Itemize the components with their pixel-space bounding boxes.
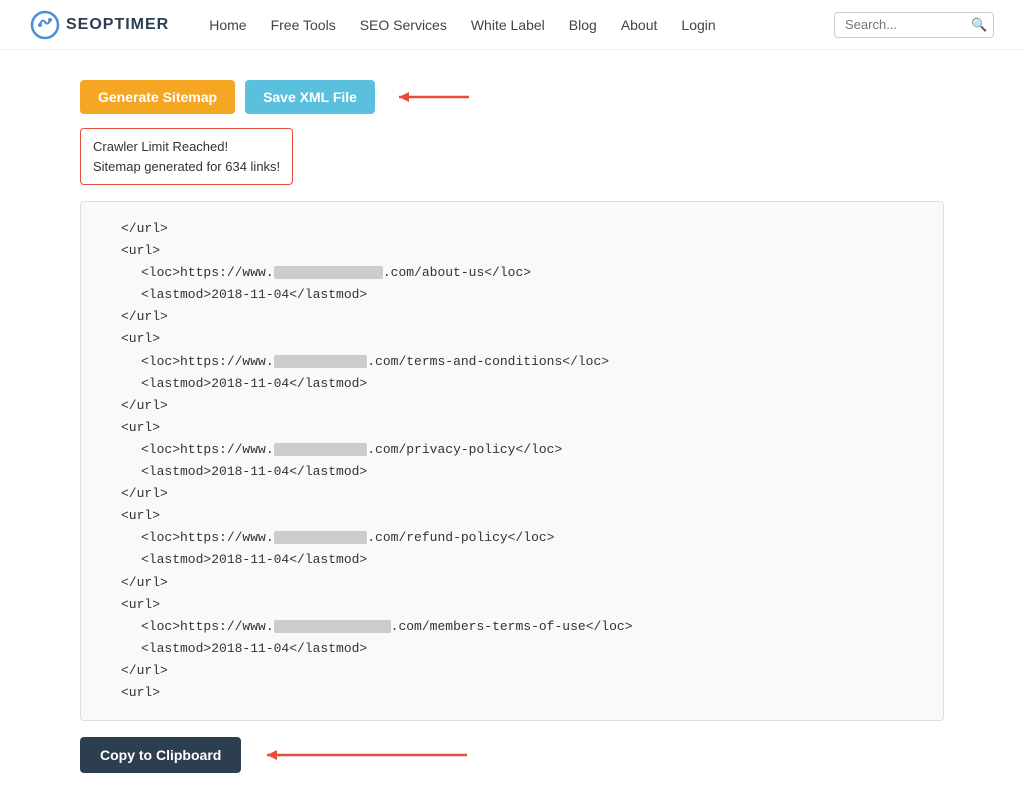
main-nav: Home Free Tools SEO Services White Label… bbox=[209, 17, 834, 33]
generate-sitemap-button[interactable]: Generate Sitemap bbox=[80, 80, 235, 114]
xml-line-12: <lastmod>2018-11-04</lastmod> bbox=[141, 461, 923, 483]
search-icon: 🔍 bbox=[971, 17, 987, 33]
logo-text: SEOPTIMER bbox=[66, 16, 169, 34]
xml-line-14: <url> bbox=[121, 505, 923, 527]
xml-line-17: </url> bbox=[121, 572, 923, 594]
xml-line-4: <lastmod>2018-11-04</lastmod> bbox=[141, 284, 923, 306]
nav-seo-services[interactable]: SEO Services bbox=[360, 17, 447, 33]
xml-line-6: <url> bbox=[121, 328, 923, 350]
nav-login[interactable]: Login bbox=[681, 17, 715, 33]
logo-icon bbox=[30, 10, 60, 40]
main-content: Generate Sitemap Save XML File Crawler L… bbox=[0, 50, 1024, 803]
blurred-domain-2 bbox=[274, 355, 368, 368]
xml-line-16: <lastmod>2018-11-04</lastmod> bbox=[141, 549, 923, 571]
xml-line-5: </url> bbox=[121, 306, 923, 328]
xml-line-20: <lastmod>2018-11-04</lastmod> bbox=[141, 638, 923, 660]
xml-line-19: <loc>https://www. .com/members-terms-of-… bbox=[141, 616, 923, 638]
alert-line1: Crawler Limit Reached! bbox=[93, 137, 280, 157]
alert-box: Crawler Limit Reached! Sitemap generated… bbox=[80, 128, 293, 185]
xml-line-8: <lastmod>2018-11-04</lastmod> bbox=[141, 373, 923, 395]
blurred-domain-3 bbox=[274, 443, 368, 456]
xml-line-11: <loc>https://www. .com/privacy-policy</l… bbox=[141, 439, 923, 461]
blurred-domain-4 bbox=[274, 531, 368, 544]
xml-line-21: </url> bbox=[121, 660, 923, 682]
xml-line-13: </url> bbox=[121, 483, 923, 505]
alert-line2: Sitemap generated for 634 links! bbox=[93, 157, 280, 177]
xml-line-1: </url> bbox=[121, 218, 923, 240]
action-buttons-row: Generate Sitemap Save XML File bbox=[80, 80, 944, 114]
xml-line-2: <url> bbox=[121, 240, 923, 262]
header: SEOPTIMER Home Free Tools SEO Services W… bbox=[0, 0, 1024, 50]
xml-line-10: <url> bbox=[121, 417, 923, 439]
copy-to-clipboard-button[interactable]: Copy to Clipboard bbox=[80, 737, 241, 773]
nav-white-label[interactable]: White Label bbox=[471, 17, 545, 33]
xml-line-7: <loc>https://www. .com/terms-and-conditi… bbox=[141, 351, 923, 373]
logo[interactable]: SEOPTIMER bbox=[30, 10, 169, 40]
save-xml-button[interactable]: Save XML File bbox=[245, 80, 375, 114]
copy-row: Copy to Clipboard bbox=[80, 737, 944, 773]
search-box: 🔍 bbox=[834, 12, 994, 38]
xml-content-area: </url> <url> <loc>https://www. .com/abou… bbox=[80, 201, 944, 721]
xml-line-9: </url> bbox=[121, 395, 923, 417]
xml-line-22: <url> bbox=[121, 682, 923, 704]
blurred-domain-1 bbox=[274, 266, 383, 279]
arrow-indicator bbox=[389, 86, 479, 108]
nav-free-tools[interactable]: Free Tools bbox=[271, 17, 336, 33]
search-input[interactable] bbox=[845, 17, 965, 32]
nav-blog[interactable]: Blog bbox=[569, 17, 597, 33]
xml-line-3: <loc>https://www. .com/about-us</loc> bbox=[141, 262, 923, 284]
nav-about[interactable]: About bbox=[621, 17, 658, 33]
nav-home[interactable]: Home bbox=[209, 17, 246, 33]
xml-line-18: <url> bbox=[121, 594, 923, 616]
blurred-domain-5 bbox=[274, 620, 391, 633]
copy-arrow-indicator bbox=[257, 744, 477, 766]
